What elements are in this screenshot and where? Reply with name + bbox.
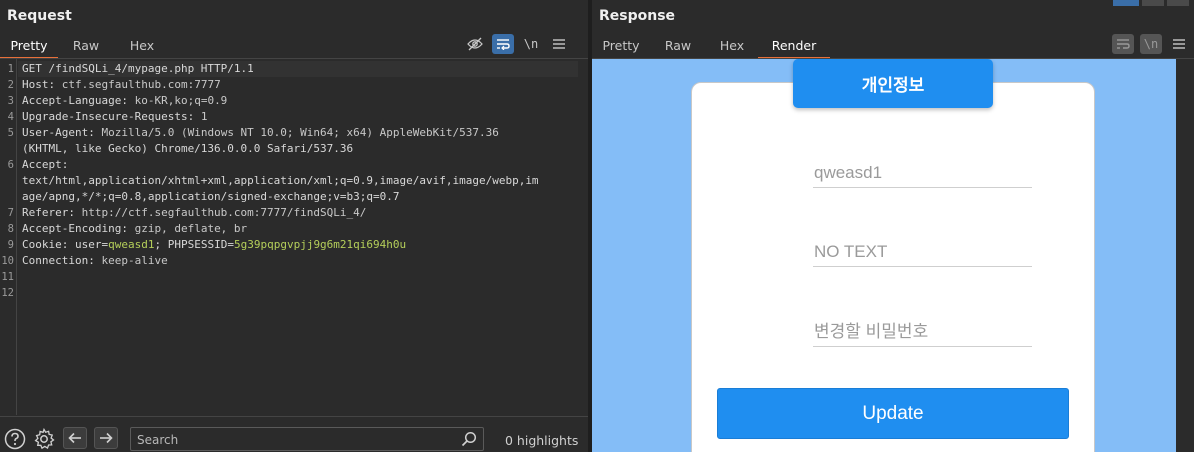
render-scrollbar[interactable] (1176, 59, 1194, 452)
line-number: 9 (7, 239, 14, 251)
gear-icon[interactable] (33, 428, 55, 450)
header-line-cookie: Cookie: user=qweasd1; PHPSESSID=5g39pqpg… (22, 238, 407, 251)
header-line-upgrade: Upgrade-Insecure-Requests: 1 (22, 110, 208, 123)
tab-raw[interactable]: Raw (58, 35, 114, 59)
request-editor[interactable]: 1 2 3 4 5 6 7 8 9 10 11 12 GET /findSQLi… (0, 59, 588, 415)
back-button[interactable] (63, 427, 87, 449)
hide-icon[interactable] (464, 34, 486, 54)
help-icon[interactable] (4, 428, 26, 450)
line-number: 8 (7, 223, 14, 235)
line-number: 10 (1, 255, 14, 267)
line-gutter: 1 2 3 4 5 6 7 8 9 10 11 12 (0, 59, 17, 415)
header-line-accept-encoding: Accept-Encoding: gzip, deflate, br (22, 222, 248, 235)
update-button[interactable]: Update (717, 388, 1069, 439)
layout-toggle-active[interactable] (1113, 0, 1139, 6)
highlights-count: 0 highlights (505, 433, 579, 448)
line-number: 3 (7, 95, 14, 107)
header-line-user-agent-cont: (KHTML, like Gecko) Chrome/136.0.0.0 Saf… (22, 142, 354, 155)
forward-button[interactable] (94, 427, 118, 449)
header-line-accept: Accept: (22, 158, 69, 171)
tab-pretty[interactable]: Pretty (592, 35, 650, 59)
request-toolbar: \n (464, 34, 570, 54)
request-tabs: Pretty Raw Hex (0, 35, 170, 59)
menu-icon[interactable] (1168, 34, 1190, 54)
line-number: 11 (1, 271, 14, 283)
response-pane: Response Pretty Raw Hex Render \n 개인정보 U… (592, 0, 1194, 452)
info-field[interactable] (813, 237, 1032, 267)
response-toolbar: \n (1112, 34, 1190, 54)
menu-icon[interactable] (548, 34, 570, 54)
request-pane: Request Pretty Raw Hex \n 1 2 3 4 5 6 7 … (0, 0, 588, 452)
request-line: GET /findSQLi_4/mypage.php HTTP/1.1 (22, 62, 254, 75)
header-line-connection: Connection: keep-alive (22, 254, 168, 267)
line-number: 7 (7, 207, 14, 219)
newline-icon[interactable]: \n (520, 34, 542, 54)
layout-toggle[interactable] (1142, 0, 1164, 6)
tab-pretty[interactable]: Pretty (0, 35, 58, 59)
line-number: 5 (7, 127, 14, 139)
line-number: 1 (7, 63, 14, 75)
card-title: 개인정보 (793, 59, 993, 108)
tab-hex[interactable]: Hex (114, 35, 170, 59)
newline-icon[interactable]: \n (1140, 34, 1162, 54)
response-title: Response (599, 8, 676, 24)
wrap-lines-icon[interactable] (492, 34, 514, 54)
layout-toggle[interactable] (1167, 0, 1189, 6)
search-box (130, 427, 484, 451)
tab-raw[interactable]: Raw (650, 35, 706, 59)
line-number: 12 (1, 287, 14, 299)
line-number: 2 (7, 79, 14, 91)
render-view: 개인정보 Update (592, 59, 1176, 452)
user-id-field[interactable] (813, 158, 1032, 188)
tab-render[interactable]: Render (758, 35, 830, 59)
search-input[interactable] (137, 431, 457, 448)
header-line-referer: Referer: http://ctf.segfaulthub.com:7777… (22, 206, 367, 219)
tab-hex[interactable]: Hex (706, 35, 758, 59)
header-line-host: Host: ctf.segfaulthub.com:7777 (22, 78, 221, 91)
header-line-accept-cont2: age/apng,*/*;q=0.8,application/signed-ex… (22, 190, 400, 203)
line-number: 6 (7, 159, 14, 171)
line-number: 4 (7, 111, 14, 123)
response-tabs: Pretty Raw Hex Render (592, 35, 830, 59)
header-line-accept-language: Accept-Language: ko-KR,ko;q=0.9 (22, 94, 228, 107)
header-line-accept-cont: text/html,application/xhtml+xml,applicat… (22, 174, 539, 187)
request-title: Request (7, 8, 72, 24)
search-icon[interactable] (461, 431, 477, 451)
wrap-lines-icon[interactable] (1112, 34, 1134, 54)
header-line-user-agent: User-Agent: Mozilla/5.0 (Windows NT 10.0… (22, 126, 499, 139)
new-password-field[interactable] (813, 317, 1032, 347)
